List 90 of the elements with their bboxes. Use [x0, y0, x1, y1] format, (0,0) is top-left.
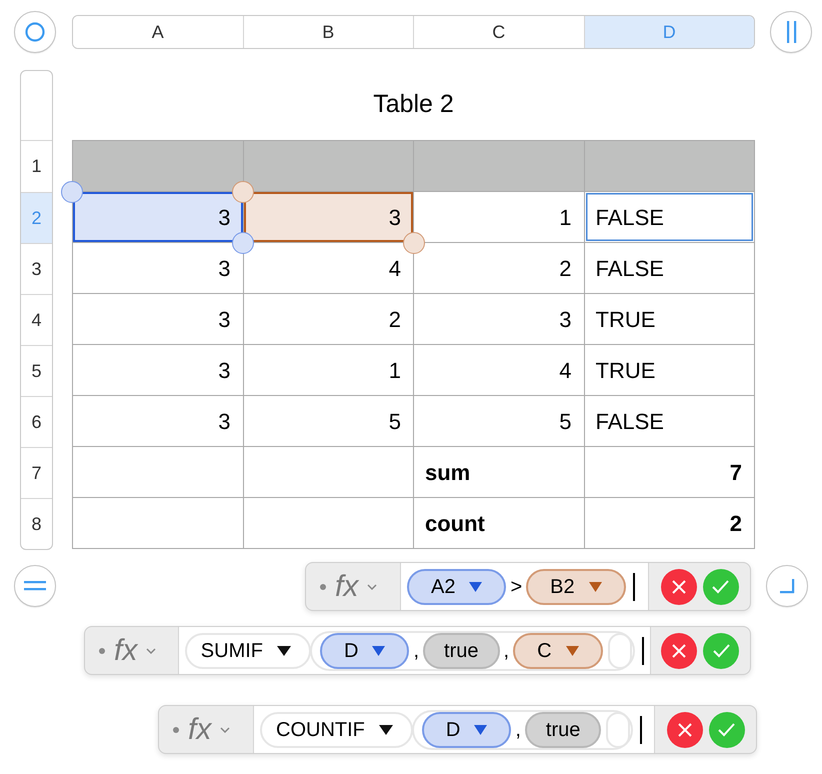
table-cell[interactable]: 3: [73, 345, 244, 396]
checkmark-icon: [718, 722, 735, 737]
reference-token[interactable]: D: [320, 632, 410, 668]
close-icon: [672, 644, 686, 658]
row-header[interactable]: 6: [21, 396, 52, 447]
table-cell[interactable]: [73, 447, 244, 498]
table-cell[interactable]: 3: [73, 294, 244, 345]
value-token[interactable]: true: [423, 632, 500, 668]
cancel-button[interactable]: [661, 632, 698, 668]
row-header[interactable]: 7: [21, 447, 52, 498]
table-cell[interactable]: 3: [73, 192, 244, 243]
table-cell[interactable]: TRUE: [584, 294, 755, 345]
table-cell[interactable]: 5: [244, 396, 414, 447]
table-cell[interactable]: [244, 141, 414, 192]
fx-label[interactable]: fx: [335, 572, 358, 602]
accept-button[interactable]: [703, 632, 740, 668]
separator-text: ,: [502, 638, 510, 664]
add-column-button[interactable]: [770, 11, 812, 53]
table-cell[interactable]: [244, 498, 414, 549]
table-cell[interactable]: 1: [244, 345, 414, 396]
function-token[interactable]: COUNTIF: [260, 712, 413, 748]
checkmark-icon: [712, 643, 730, 658]
accept-button[interactable]: [708, 712, 744, 748]
table-cell[interactable]: [244, 447, 414, 498]
separator-text: ,: [514, 718, 522, 742]
chevron-down-icon[interactable]: [367, 584, 378, 590]
table-cell[interactable]: FALSE: [584, 396, 755, 447]
row-header[interactable]: 4: [21, 294, 52, 345]
cancel-button[interactable]: [666, 712, 702, 748]
formula-input[interactable]: SUMIF D , true , C: [178, 627, 651, 674]
chevron-down-icon[interactable]: [220, 726, 230, 732]
table-cell[interactable]: FALSE: [584, 243, 755, 294]
resize-handle[interactable]: [402, 232, 424, 254]
separator-text: ,: [412, 638, 420, 664]
table-cell[interactable]: 2: [244, 294, 414, 345]
row-header[interactable]: 5: [21, 345, 52, 396]
formula-input[interactable]: COUNTIF D , true: [253, 706, 655, 753]
table-cell[interactable]: 3: [414, 294, 584, 345]
table-cell[interactable]: FALSE: [584, 192, 755, 243]
double-bar-icon: [786, 20, 796, 44]
value-token[interactable]: true: [524, 712, 602, 748]
cancel-button[interactable]: [660, 568, 696, 604]
table-cell[interactable]: 7: [584, 447, 755, 498]
table-cell[interactable]: 3: [244, 192, 414, 243]
reference-token[interactable]: D: [422, 712, 512, 748]
row-header[interactable]: 1: [21, 141, 52, 192]
checkmark-icon: [712, 579, 729, 594]
table-cell[interactable]: sum: [414, 447, 584, 498]
resize-handle[interactable]: [61, 181, 83, 203]
table-cell[interactable]: 3: [73, 396, 244, 447]
table-cell[interactable]: 4: [414, 345, 584, 396]
add-row-button[interactable]: [14, 565, 56, 607]
fx-label[interactable]: fx: [188, 714, 212, 744]
text-cursor: [632, 572, 635, 600]
corner-icon: [780, 578, 794, 594]
equals-icon: [24, 581, 46, 591]
close-icon: [678, 722, 692, 736]
text-cursor: [640, 716, 642, 744]
close-icon: [672, 580, 686, 594]
dot-icon: [173, 726, 179, 732]
text-cursor: [642, 636, 644, 664]
table-title: Table 2: [373, 89, 454, 120]
row-header[interactable]: 8: [21, 498, 52, 549]
select-table-button[interactable]: [14, 11, 56, 53]
dot-icon: [320, 584, 326, 590]
reference-token[interactable]: A2: [407, 568, 506, 604]
chevron-down-icon[interactable]: [146, 648, 156, 654]
table-cell[interactable]: [414, 141, 584, 192]
table-cell[interactable]: [73, 141, 244, 192]
circle-icon: [25, 22, 45, 42]
dropdown-arrow-icon: [277, 646, 292, 656]
table-cell[interactable]: [73, 498, 244, 549]
reference-token[interactable]: B2: [526, 568, 626, 604]
closing-paren-pill: [608, 632, 632, 668]
function-token[interactable]: SUMIF: [184, 632, 312, 668]
table-cell[interactable]: 2: [584, 498, 755, 549]
table-cell[interactable]: [584, 141, 755, 192]
dropdown-arrow-icon: [378, 724, 393, 734]
fx-label[interactable]: fx: [114, 636, 138, 666]
dot-icon: [99, 648, 105, 654]
reference-token[interactable]: C: [513, 632, 603, 668]
closing-paren-pill: [606, 712, 630, 748]
table-cell[interactable]: 5: [414, 396, 584, 447]
row-header[interactable]: 3: [21, 243, 52, 294]
formula-input[interactable]: A2 > B2: [400, 563, 649, 610]
accept-button[interactable]: [702, 568, 738, 604]
resize-table-button[interactable]: [766, 565, 808, 607]
table-cell[interactable]: TRUE: [584, 345, 755, 396]
table-cell[interactable]: count: [414, 498, 584, 549]
operator-text: >: [509, 574, 524, 600]
